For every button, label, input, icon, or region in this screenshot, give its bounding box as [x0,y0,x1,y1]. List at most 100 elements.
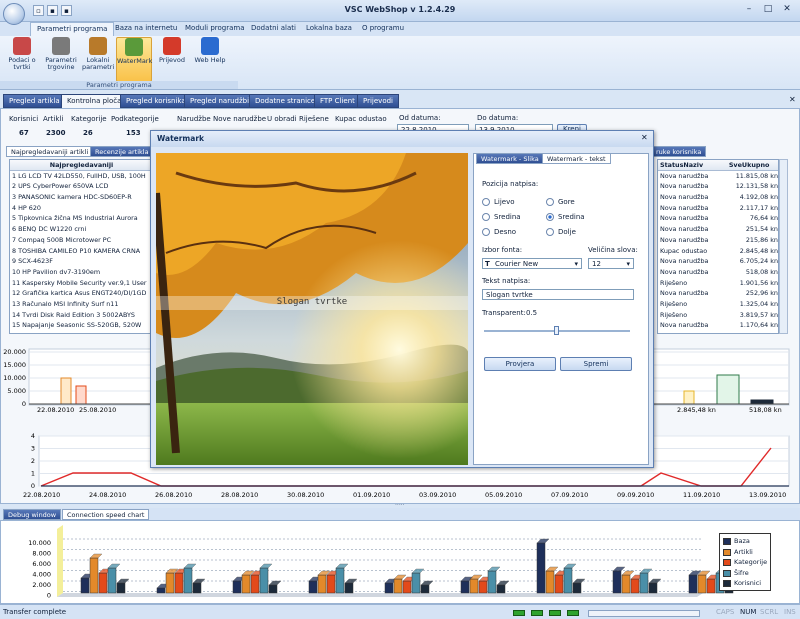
list-item[interactable]: 13 Računalo MSI Infinity Surf n11 [10,299,151,310]
close-icon[interactable]: ✕ [778,3,796,17]
list-item[interactable]: 6 BENQ DC W1220 crni [10,224,151,235]
flag-icon [163,37,181,55]
tab-3[interactable]: Pregled narudžbi [184,94,256,108]
size-select[interactable]: 12 ▾ [588,258,634,269]
position-radio[interactable] [482,213,490,221]
table-row[interactable]: Riješeno 1.901,56 kn [658,278,778,289]
x-tick-label: 05.09.2010 [485,491,522,499]
table-row[interactable]: Riješeno 3.819,57 kn [658,310,778,321]
orders-table[interactable]: StatusNaziv SveUkupno Nova narudžba 11.815,… [657,159,779,334]
table-row[interactable]: Nova narudžba 12.131,58 kn [658,181,778,192]
bottom-tab-1[interactable]: Connection speed chart [62,509,150,520]
list-item[interactable]: 10 HP Pavilion dv7-3190em [10,267,151,278]
menu-item-4[interactable]: Lokalna baza [306,24,352,32]
table-row[interactable]: Nova narudžba 2.117,17 kn [658,203,778,214]
list-item[interactable]: 7 Compaq 500B Microtower PC [10,235,151,246]
check-button[interactable]: Provjera [484,357,556,371]
chart-bar [612,570,622,594]
total-cell: 6.705,24 kn [739,257,778,266]
tab-1[interactable]: Kontrolna ploča [61,94,128,108]
watermark-text-input[interactable]: Slogan tvrtke [482,289,634,300]
menu-item-3[interactable]: Dodatni alati [251,24,296,32]
list-item[interactable]: 14 Tvrdi Disk Raid Edition 3 5002ABYS [10,310,151,321]
font-select[interactable]: Courier New ▾ T [482,258,582,269]
app-menu-orb[interactable] [3,3,25,25]
table-row[interactable]: Nova narudžba 6.705,24 kn [658,256,778,267]
table-row[interactable]: Nova narudžba 1.170,64 kn [658,320,778,331]
list-item[interactable]: 15 Napajanje Seasonic SS-520GB, 520W [10,320,151,331]
ribbon-button-2[interactable]: Lokalni parametri [82,37,114,82]
position-radio[interactable] [546,198,554,206]
column-header[interactable]: StatusNaziv [660,160,729,170]
table-row[interactable]: Nova narudžba 252,96 kn [658,288,778,299]
tab-2[interactable]: Pregled korisnika [120,94,192,108]
list-item[interactable]: 8 TOSHIBA CAMILEO P10 KAMERA CRNA [10,246,151,257]
chart-bar [487,570,497,594]
position-radio[interactable] [482,228,490,236]
menu-item-5[interactable]: O programu [362,24,404,32]
chart-bar [156,587,166,594]
orders-scrollbar[interactable] [779,159,788,334]
list-item[interactable]: 1 LG LCD TV 42LD550, FullHD, USB, 100H [10,171,151,182]
list-item[interactable]: 3 PANASONIC kamera HDC-SD60EP-R [10,192,151,203]
font-label: Izbor fonta: [482,246,523,254]
chart-bar-top [487,566,501,572]
list-item[interactable]: 11 Kaspersky Mobile Security ver.9,1 Use… [10,278,151,289]
chart-bar [496,584,506,594]
list-item[interactable]: 12 Grafička kartica Asus ENGT240/DI/1GD [10,288,151,299]
ribbon-button-0[interactable]: Podaci o tvrtki [6,37,38,82]
position-radio[interactable] [546,213,554,221]
ribbon-button-3[interactable]: WaterMark [116,37,152,82]
chart-bar [478,580,488,594]
position-radio[interactable] [482,198,490,206]
table-row[interactable]: Nova narudžba 518,08 kn [658,267,778,278]
table-row[interactable]: Kupac odustao 2.845,48 kn [658,246,778,257]
maximize-icon[interactable]: □ [759,3,777,17]
x-tick-label: 01.09.2010 [353,491,390,499]
ribbon-button-5[interactable]: Web Help [194,37,226,82]
tab-watermark-text[interactable]: Watermark - tekst [542,153,611,164]
bottom-tab-0[interactable]: Debug window [3,509,62,520]
table-row[interactable]: Riješeno 1.325,04 kn [658,299,778,310]
list-item[interactable]: 4 HP 620 [10,203,151,214]
table-row[interactable]: Nova narudžba 11.815,08 kn [658,171,778,182]
ribbon-button-1[interactable]: Parametri trgovine [44,37,78,82]
chart-bar-top [639,568,653,574]
ribbon-button-label: Parametri trgovine [45,56,77,71]
new-file-icon[interactable]: ▫ [33,5,44,16]
subtab-1[interactable]: Recenzije artikla [90,146,154,157]
slider-thumb[interactable] [554,326,559,335]
tab-0[interactable]: Pregled artikla [3,94,66,108]
list-item[interactable]: 9 SCX-4623F [10,256,151,267]
x-tick-label: 24.08.2010 [89,491,126,499]
column-header[interactable]: SveUkupno [729,160,778,170]
list-item[interactable]: 5 Tipkovnica žična MS Industrial Aurora [10,213,151,224]
tab-4[interactable]: Dodatne stranice [249,94,322,108]
table-row[interactable]: Nova narudžba 4.192,08 kn [658,192,778,203]
save-button[interactable]: Spremi [560,357,632,371]
menu-item-0[interactable]: Parametri programa [30,22,115,36]
ribbon-button-4[interactable]: Prijevod [156,37,188,82]
table-row[interactable]: Nova narudžba 251,54 kn [658,224,778,235]
list-item[interactable]: 2 UPS CyberPower 650VA LCD [10,181,151,192]
most-viewed-list[interactable]: Najpregledavaniji 1 LG LCD TV 42LD550, Fu… [9,159,152,334]
table-row[interactable]: Nova narudžba 76,64 kn [658,213,778,224]
tab-watermark-image[interactable]: Watermark - Slika [476,153,544,164]
position-radio-label: Dolje [558,228,576,236]
tab-6[interactable]: Prijevodi [357,94,399,108]
chart-bar [411,572,421,594]
menu-item-1[interactable]: Baza na internetu [115,24,177,32]
table-row[interactable]: Nova narudžba 215,86 kn [658,235,778,246]
tab-orders-by-user[interactable]: ruke korisnika [651,146,707,157]
position-radio[interactable] [546,228,554,236]
dialog-close-icon[interactable]: ✕ [641,133,648,142]
open-folder-icon[interactable]: ▪ [47,5,58,16]
chart-bar-top [496,580,510,586]
close-tab-icon[interactable]: ✕ [789,95,796,104]
menu-item-2[interactable]: Moduli programa [185,24,245,32]
save-icon[interactable]: ▪ [61,5,72,16]
subtab-0[interactable]: Najpregledavaniji artikli [6,146,94,157]
from-date-label: Od datuma: [399,114,441,122]
minimize-icon[interactable]: – [740,3,758,17]
tab-5[interactable]: FTP Client [314,94,361,108]
